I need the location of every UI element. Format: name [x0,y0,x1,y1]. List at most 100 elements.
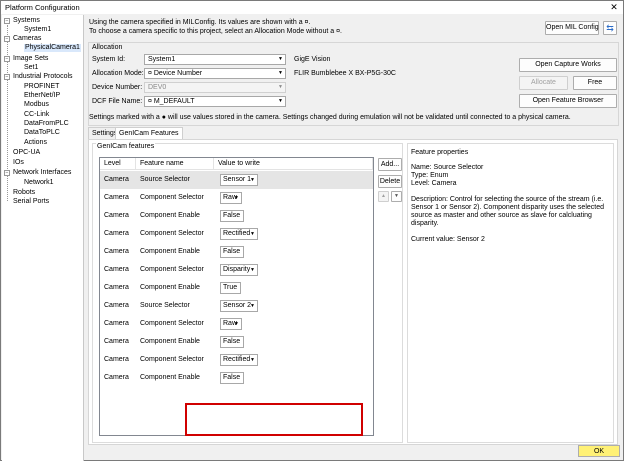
property-level: Level: Camera [411,180,457,187]
feature-properties-content: Name: Source Selector Type: Enum Level: … [411,164,611,244]
device-number-label: Device Number: [92,84,143,91]
info-line-1: Using the camera specified in MILConfig.… [89,19,311,26]
cell-feature-name: Component Enable [140,338,200,345]
tree-item-systems[interactable]: Systems [13,17,40,25]
table-row[interactable]: Camera Component Selector Raw ▼ [100,189,373,207]
cell-feature-name: Component Selector [140,266,204,273]
cell-level: Camera [104,230,129,237]
value-dropdown[interactable]: Rectified ▼ [220,228,258,240]
info-line-2: To choose a camera specific to this proj… [89,28,342,35]
value-dropdown[interactable]: Sensor 2 ▼ [220,300,258,312]
collapse-icon[interactable]: − [4,74,10,80]
table-row[interactable]: Camera Component Selector Rectified ▼ [100,351,373,369]
genicam-features-title: GenICam features [96,143,156,150]
chevron-down-icon: ▼ [278,70,283,76]
tree-item-ethernet-ip[interactable]: EtherNet/IP [24,92,60,100]
tree-item-system1[interactable]: System1 [24,26,51,34]
table-row[interactable]: Camera Component Enable False [100,207,373,225]
chevron-down-icon: ▼ [250,357,255,363]
cell-feature-name: Source Selector [140,302,190,309]
column-header-feature-name[interactable]: Feature name [136,158,214,170]
table-row[interactable]: Camera Component Enable False [100,333,373,351]
column-header-value[interactable]: Value to write [214,158,373,170]
table-row[interactable]: Camera Component Enable False [100,243,373,261]
cell-level: Camera [104,194,129,201]
move-down-button[interactable]: ▼ [391,191,402,202]
device-number-value: DEV0 [148,84,167,91]
table-row[interactable]: Camera Component Selector Disparity ▼ [100,261,373,279]
collapse-icon[interactable]: − [4,18,10,24]
value-field[interactable]: False [220,210,245,222]
allocation-mode-combo[interactable]: ¤ Device Number ▼ [144,68,286,79]
value-text: Sensor 2 [223,302,252,309]
camera-model: FLIR Bumblebee X BX-P5G-30C [294,70,396,77]
refresh-icon[interactable]: ⇆ [603,21,617,35]
property-description: Description: Control for selecting the s… [411,196,604,227]
tree-item-serial-ports[interactable]: Serial Ports [13,198,49,206]
cell-level: Camera [104,302,129,309]
chevron-down-icon: ▼ [278,56,283,62]
open-capture-works-button[interactable]: Open Capture Works [519,58,617,72]
table-row[interactable]: Camera Component Enable True [100,279,373,297]
chevron-down-icon: ▼ [250,267,255,273]
delete-feature-button[interactable]: Delete [378,175,402,188]
table-row[interactable]: Camera Source Selector Sensor 2 ▼ [100,297,373,315]
tree-item-opc-ua[interactable]: OPC-UA [13,149,40,157]
free-button[interactable]: Free [573,76,617,90]
property-current-value: Current value: Sensor 2 [411,236,485,243]
cell-level: Camera [104,176,129,183]
value-field[interactable]: False [220,372,245,384]
tree-item-robots[interactable]: Robots [13,189,35,197]
value-dropdown[interactable]: Disparity ▼ [220,264,258,276]
tree-item-data-to-plc[interactable]: DataToPLC [24,129,60,137]
collapse-icon[interactable]: − [4,170,10,176]
value-field[interactable]: True [220,282,242,294]
cell-level: Camera [104,212,129,219]
tree-item-set1[interactable]: Set1 [24,64,38,72]
collapse-icon[interactable]: − [4,36,10,42]
value-dropdown[interactable]: Rectified ▼ [220,354,258,366]
chevron-down-icon: ▼ [250,177,255,183]
value-dropdown[interactable]: Sensor 1 ▼ [220,174,258,186]
tree-item-modbus[interactable]: Modbus [24,101,49,109]
tree-item-data-from-plc[interactable]: DataFromPLC [24,120,69,128]
close-icon[interactable]: ✕ [609,2,619,12]
value-text: Sensor 1 [223,176,252,183]
table-row[interactable]: Camera Component Enable False [100,369,373,387]
cell-level: Camera [104,338,129,345]
allocation-mode-label: Allocation Mode: [92,70,144,77]
tree-item-image-sets[interactable]: Image Sets [13,55,48,63]
platform-configuration-window: Platform Configuration ✕ − Systems Syste… [0,0,624,461]
tree-item-network1[interactable]: Network1 [24,179,54,187]
table-row[interactable]: Camera Component Selector Raw ▼ [100,315,373,333]
tree-item-industrial-protocols[interactable]: Industrial Protocols [13,73,73,81]
value-field[interactable]: False [220,246,245,258]
move-up-button[interactable]: ▲ [378,191,389,202]
property-name: Name: Source Selector [411,164,484,171]
tree-item-cameras[interactable]: Cameras [13,35,41,43]
tree-item-physical-camera1[interactable]: PhysicalCamera1 [24,44,81,52]
open-mil-config-button[interactable]: Open MIL Config [545,21,599,35]
ok-button[interactable]: OK [578,445,620,457]
dcf-file-name-combo[interactable]: ¤ M_DEFAULT ▼ [144,96,286,107]
value-dropdown[interactable]: Raw ▼ [220,318,242,330]
value-dropdown[interactable]: Raw ▼ [220,192,242,204]
tree-item-profinet[interactable]: PROFINET [24,83,59,91]
table-row[interactable]: Camera Source Selector Sensor 1 ▼ [100,171,373,189]
open-feature-browser-button[interactable]: Open Feature Browser [519,94,617,108]
cell-feature-name: Component Enable [140,374,200,381]
tree-item-actions[interactable]: Actions [24,139,47,147]
add-feature-button[interactable]: Add... [378,158,402,171]
collapse-icon[interactable]: − [4,56,10,62]
system-id-combo[interactable]: System1 ▼ [144,54,286,65]
column-header-level[interactable]: Level [100,158,136,170]
table-row[interactable]: Camera Component Selector Rectified ▼ [100,225,373,243]
value-field[interactable]: False [220,336,245,348]
tree-item-cc-link[interactable]: CC-Link [24,111,49,119]
cell-level: Camera [104,284,129,291]
chevron-down-icon: ▼ [234,321,239,327]
tree-item-network-interfaces[interactable]: Network Interfaces [13,169,71,177]
cell-feature-name: Component Selector [140,230,204,237]
chevron-down-icon: ▼ [278,84,283,90]
tree-item-ios[interactable]: IOs [13,159,24,167]
